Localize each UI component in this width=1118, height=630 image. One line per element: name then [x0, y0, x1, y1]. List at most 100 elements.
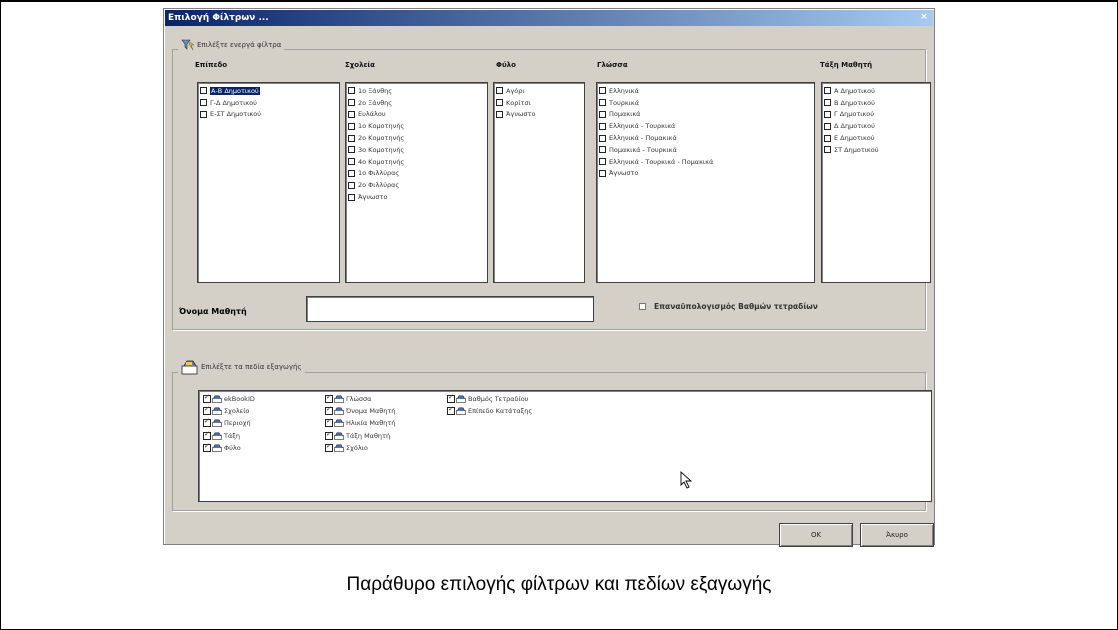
checkbox[interactable]: [496, 99, 503, 107]
class-list[interactable]: Α Δημοτικού Β Δημοτικού Γ Δημοτικού Δ Δημοτ…: [821, 82, 931, 283]
list-item[interactable]: Ελληνικά - Τουρκικά: [599, 120, 812, 132]
recalc-checkbox-box[interactable]: [639, 303, 646, 310]
field-icon: [334, 407, 344, 416]
export-field-item[interactable]: Όνομα Μαθητή: [325, 405, 395, 417]
export-field-checkbox[interactable]: [203, 430, 211, 440]
list-item[interactable]: Α Δημοτικού: [824, 85, 928, 97]
list-item[interactable]: Άγνωστο: [348, 191, 485, 203]
checkbox[interactable]: [200, 110, 207, 118]
checkbox[interactable]: [599, 169, 606, 177]
checkbox[interactable]: [824, 87, 831, 95]
export-field-checkbox[interactable]: [325, 417, 333, 428]
export-field-item[interactable]: Τάξη: [203, 430, 255, 442]
export-field-item[interactable]: Φύλο: [203, 442, 255, 454]
list-item[interactable]: Ε-ΣΤ Δημοτικού: [200, 109, 337, 121]
student-name-input[interactable]: [306, 296, 594, 322]
list-item-label: Ευλάλου: [358, 110, 386, 119]
list-item[interactable]: Ελληνικά - Πομακικά: [599, 132, 812, 144]
checkbox[interactable]: [200, 99, 207, 107]
checkbox[interactable]: [348, 169, 355, 177]
export-field-item[interactable]: Σχολείο: [203, 405, 255, 417]
list-item[interactable]: Δ Δημοτικού: [824, 120, 928, 132]
schools-list[interactable]: 1ο Ξάνθης 2ο Ξάνθης Ευλάλου 1ο Κομοτηνής 2ο …: [345, 82, 488, 283]
export-field-checkbox[interactable]: [447, 405, 455, 416]
export-field-checkbox[interactable]: [203, 405, 211, 416]
list-item[interactable]: ΣΤ Δημοτικού: [824, 144, 928, 156]
export-field-item[interactable]: Περιοχή: [203, 417, 255, 429]
list-item[interactable]: Α-Β Δημοτικού: [200, 85, 337, 97]
checkbox[interactable]: [599, 99, 606, 107]
checkbox[interactable]: [348, 193, 355, 201]
checkbox[interactable]: [348, 110, 355, 118]
checkbox[interactable]: [599, 134, 606, 142]
export-field-item[interactable]: Βαθμός Τετραδίου: [447, 393, 532, 405]
list-item[interactable]: Άγνωστο: [599, 168, 812, 180]
checkbox[interactable]: [824, 122, 831, 130]
recalc-checkbox[interactable]: Επαναϋπολογισμός Βαθμών τετραδίων: [639, 302, 818, 311]
list-item[interactable]: 1ο Φιλλύρας: [348, 168, 485, 180]
list-item[interactable]: Ελληνικά: [599, 85, 812, 97]
export-field-item[interactable]: Τάξη Μαθητή: [325, 430, 395, 442]
checkbox[interactable]: [599, 122, 606, 130]
checkbox[interactable]: [599, 158, 606, 166]
list-item[interactable]: Ε Δημοτικού: [824, 132, 928, 144]
checkbox[interactable]: [599, 87, 606, 95]
language-list[interactable]: Ελληνικά Τουρκικά Πομακικά Ελληνικά - Τουρκ…: [596, 82, 815, 283]
list-item-label: Άγνωστο: [506, 110, 536, 119]
checkbox[interactable]: [599, 110, 606, 118]
list-item[interactable]: 4ο Κομοτηνής: [348, 156, 485, 168]
checkbox[interactable]: [200, 87, 207, 95]
gender-list[interactable]: Αγόρι Κορίτσι Άγνωστο: [493, 82, 585, 283]
list-item[interactable]: 2ο Φιλλύρας: [348, 179, 485, 191]
export-field-checkbox[interactable]: [325, 405, 333, 416]
checkbox[interactable]: [824, 146, 831, 154]
list-item[interactable]: Ευλάλου: [348, 109, 485, 121]
list-item[interactable]: Ελληνικά - Τουρκικά - Πομακικά: [599, 156, 812, 168]
checkbox[interactable]: [348, 87, 355, 95]
list-item[interactable]: 2ο Κομοτηνής: [348, 132, 485, 144]
checkbox[interactable]: [824, 110, 831, 118]
checkbox[interactable]: [824, 134, 831, 142]
export-field-checkbox[interactable]: [325, 393, 333, 404]
export-field-item[interactable]: Ηλικία Μαθητή: [325, 417, 395, 429]
checkbox[interactable]: [496, 110, 503, 118]
list-item[interactable]: Τουρκικά: [599, 97, 812, 109]
export-fields-list[interactable]: ekBookID Σχολείο Περιοχή Τάξη Φύλο Γλώσσα Όνομ…: [198, 390, 932, 502]
cancel-button[interactable]: Άκυρο: [860, 523, 934, 547]
checkbox[interactable]: [348, 122, 355, 130]
list-item[interactable]: 2ο Ξάνθης: [348, 97, 485, 109]
list-item[interactable]: Πομακικά: [599, 109, 812, 121]
level-list[interactable]: Α-Β Δημοτικού Γ-Δ Δημοτικού Ε-ΣΤ Δημοτικού: [197, 82, 340, 283]
export-field-item[interactable]: ekBookID: [203, 393, 255, 405]
checkbox[interactable]: [496, 87, 503, 95]
list-item[interactable]: Κορίτσι: [496, 97, 582, 109]
field-icon: [334, 395, 344, 403]
list-item[interactable]: Πομακικά - Τουρκικά: [599, 144, 812, 156]
export-field-item[interactable]: Γλώσσα: [325, 393, 395, 405]
close-icon[interactable]: ×: [918, 12, 930, 23]
ok-button[interactable]: OK: [779, 523, 853, 547]
export-field-checkbox[interactable]: [203, 442, 211, 452]
export-field-checkbox[interactable]: [325, 442, 333, 452]
checkbox[interactable]: [348, 158, 355, 166]
checkbox[interactable]: [348, 146, 355, 154]
list-item[interactable]: Γ-Δ Δημοτικού: [200, 97, 337, 109]
list-item[interactable]: 3ο Κομοτηνής: [348, 144, 485, 156]
export-field-item[interactable]: Σχόλιο: [325, 442, 395, 454]
list-item[interactable]: Άγνωστο: [496, 109, 582, 121]
list-item[interactable]: Β Δημοτικού: [824, 97, 928, 109]
checkbox[interactable]: [348, 181, 355, 189]
export-field-checkbox[interactable]: [203, 393, 211, 404]
list-item[interactable]: 1ο Κομοτηνής: [348, 120, 485, 132]
list-item[interactable]: Γ Δημοτικού: [824, 109, 928, 121]
checkbox[interactable]: [348, 134, 355, 142]
export-field-checkbox[interactable]: [325, 430, 333, 440]
export-field-item[interactable]: Επίπεδο Κατάταξης: [447, 405, 532, 417]
export-field-checkbox[interactable]: [203, 417, 211, 428]
list-item[interactable]: 1ο Ξάνθης: [348, 85, 485, 97]
checkbox[interactable]: [348, 99, 355, 107]
list-item[interactable]: Αγόρι: [496, 85, 582, 97]
checkbox[interactable]: [824, 99, 831, 107]
export-field-checkbox[interactable]: [447, 393, 455, 404]
checkbox[interactable]: [599, 146, 606, 154]
